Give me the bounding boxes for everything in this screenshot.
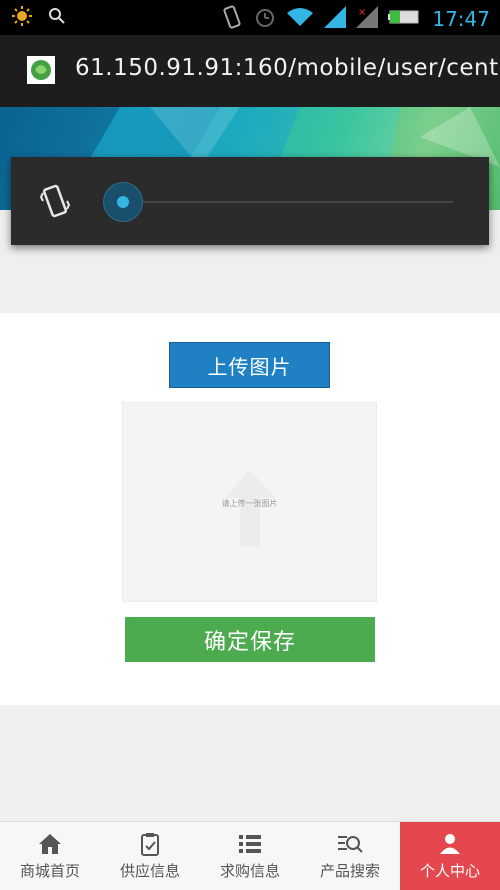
volume-slider-track[interactable] [131, 201, 453, 203]
brightness-icon [12, 6, 32, 30]
clock: 17:47 [432, 7, 490, 31]
url-text[interactable]: 61.150.91.91:160/mobile/user/center [75, 55, 500, 81]
image-preview-area[interactable]: 请上传一张图片 [122, 402, 377, 602]
wifi-icon [286, 6, 314, 32]
battery-icon [388, 8, 422, 30]
vibrate-icon [39, 183, 71, 223]
bottom-nav: 商城首页 供应信息 求购信息 产品搜索 个人中心 [0, 821, 500, 890]
alarm-icon [254, 6, 276, 32]
save-button[interactable]: 确定保存 [125, 617, 375, 662]
volume-overlay [11, 157, 489, 245]
nav-item-home[interactable]: 商城首页 [0, 822, 100, 890]
nav-item-label: 供应信息 [119, 862, 180, 880]
site-favicon-icon [27, 56, 55, 84]
browser-url-bar[interactable]: 61.150.91.91:160/mobile/user/center [0, 35, 500, 107]
upload-card: 上传图片 请上传一张图片 确定保存 [0, 313, 500, 705]
nav-item-supply[interactable]: 供应信息 [100, 822, 200, 890]
volume-slider-knob[interactable] [103, 182, 143, 222]
nav-item-purchase[interactable]: 求购信息 [200, 822, 300, 890]
status-bar: × 17:47 [0, 0, 500, 35]
signal-no-data-icon: × [356, 6, 379, 32]
nav-item-label: 个人中心 [419, 862, 480, 880]
clipboard-icon [140, 832, 160, 856]
nav-item-label: 商城首页 [19, 862, 80, 880]
search-icon [48, 7, 66, 29]
nav-item-user-center[interactable]: 个人中心 [400, 822, 500, 890]
image-placeholder-text: 请上传一张图片 [221, 499, 278, 508]
search-list-icon [337, 832, 363, 856]
home-icon [38, 832, 62, 856]
list-icon [238, 832, 262, 856]
nav-item-product-search[interactable]: 产品搜索 [300, 822, 400, 890]
svg-text:×: × [358, 7, 366, 18]
vibrate-icon [220, 4, 244, 34]
signal-icon [324, 6, 347, 32]
nav-item-label: 求购信息 [219, 862, 280, 880]
upload-arrow-icon [222, 468, 278, 552]
upload-image-button[interactable]: 上传图片 [169, 342, 330, 388]
nav-item-label: 产品搜索 [319, 862, 380, 880]
user-icon [439, 832, 461, 856]
